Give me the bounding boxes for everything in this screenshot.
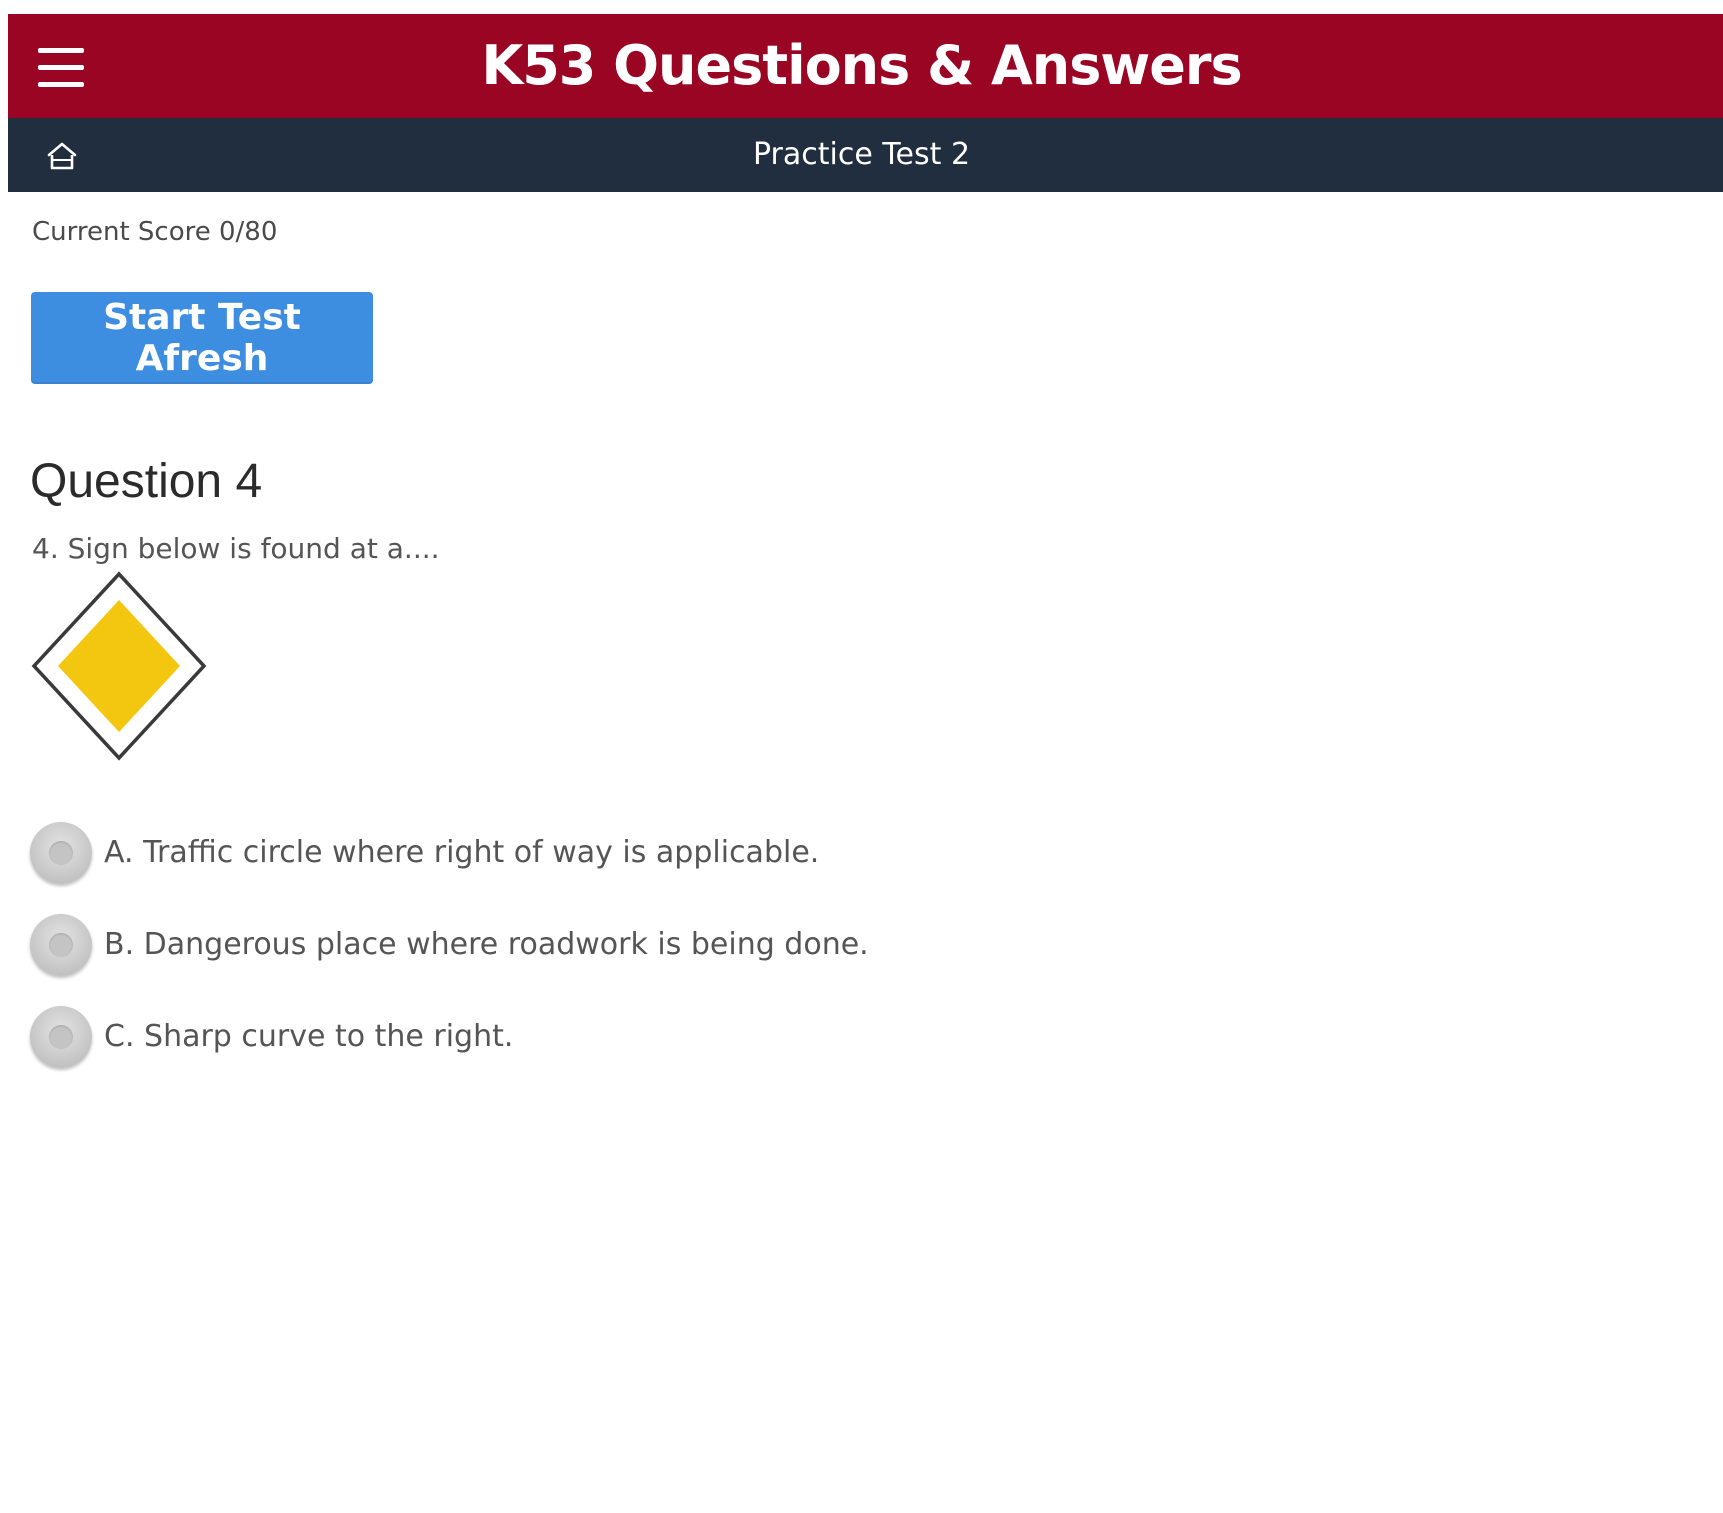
answer-option-c[interactable]: C. Sharp curve to the right. [30, 1004, 1030, 1074]
answer-option-a[interactable]: A. Traffic circle where right of way is … [30, 820, 1030, 890]
app-title: K53 Questions & Answers [481, 34, 1242, 97]
radio-button[interactable] [30, 914, 92, 976]
sub-header: Practice Test 2 [8, 118, 1723, 192]
answer-option-label: C. Sharp curve to the right. [104, 1019, 514, 1054]
radio-button[interactable] [30, 822, 92, 884]
answer-option-label: B. Dangerous place where roadwork is bei… [104, 927, 869, 962]
answer-option-label: A. Traffic circle where right of way is … [104, 835, 820, 870]
start-test-afresh-button[interactable]: Start Test Afresh [31, 292, 373, 384]
answer-option-b[interactable]: B. Dangerous place where roadwork is bei… [30, 912, 1030, 982]
question-heading: Question 4 [30, 455, 263, 508]
radio-button[interactable] [30, 1006, 92, 1068]
app-frame: K53 Questions & Answers Practice Test 2 … [8, 14, 1723, 1513]
page-title: Practice Test 2 [752, 137, 971, 172]
question-text: 4. Sign below is found at a.... [32, 532, 440, 565]
priority-road-sign-icon [30, 570, 208, 762]
current-score: Current Score 0/80 [32, 217, 278, 247]
